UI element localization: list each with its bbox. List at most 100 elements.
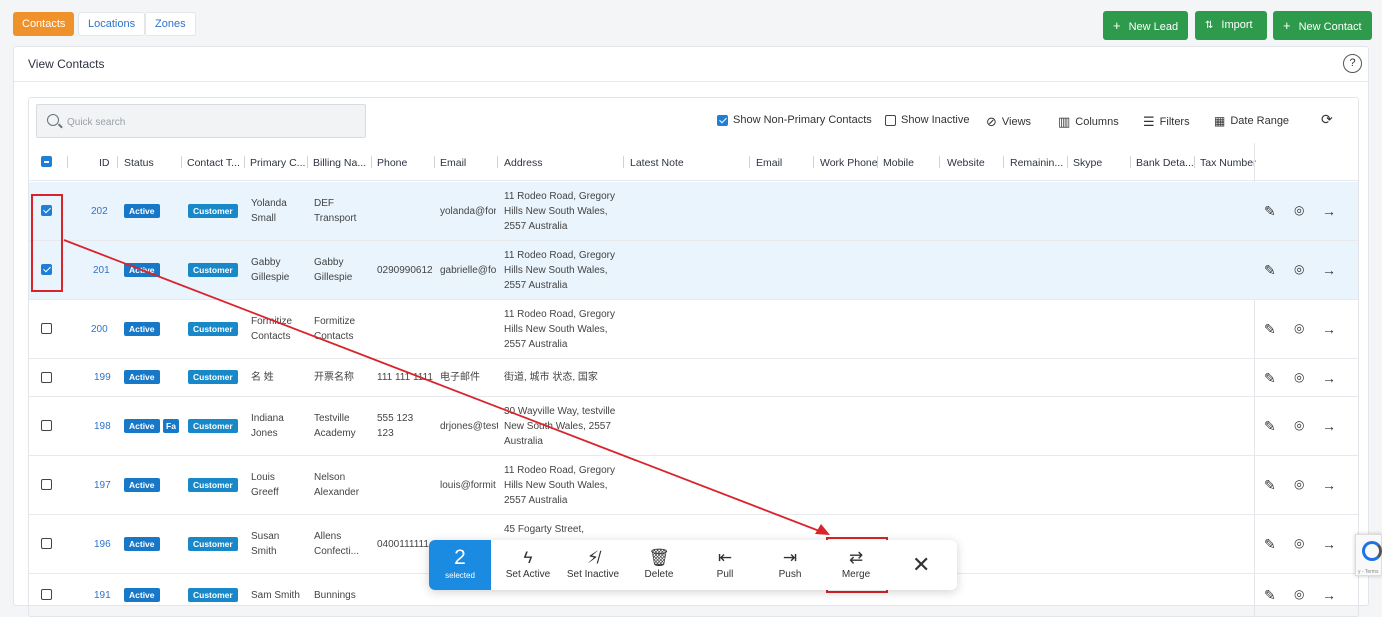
column-billing-name[interactable]: Billing Na... xyxy=(313,157,370,169)
location-pin-icon[interactable]: ◎ xyxy=(1294,262,1304,276)
phone: 555 123 123 xyxy=(377,413,414,439)
row-checkbox[interactable] xyxy=(41,205,52,216)
status-badge: Active xyxy=(124,537,160,551)
show-inactive-toggle[interactable]: Show Inactive xyxy=(885,114,969,126)
top-bar: Contacts Locations Zones + New Lead ⇅ Impo… xyxy=(0,0,1382,44)
table-row[interactable]: 202 Active Customer Yolanda Small DEF Tr… xyxy=(29,182,1358,241)
contact-type-badge: Customer xyxy=(188,537,238,551)
edit-pencil-icon[interactable]: ✎ xyxy=(1264,321,1276,338)
help-icon[interactable]: ? xyxy=(1343,54,1362,73)
location-pin-icon[interactable]: ◎ xyxy=(1294,536,1304,550)
column-address[interactable]: Address xyxy=(504,157,543,169)
tab-contacts[interactable]: Contacts xyxy=(13,12,75,36)
show-non-primary-toggle[interactable]: Show Non-Primary Contacts xyxy=(717,114,872,126)
arrow-right-icon[interactable]: → xyxy=(1322,418,1336,434)
contact-id[interactable]: 200 xyxy=(91,322,108,337)
column-remaining[interactable]: Remainin... xyxy=(1010,157,1067,169)
row-actions: ✎ ◎ → xyxy=(1264,262,1346,278)
column-primary-contact[interactable]: Primary C... xyxy=(250,157,307,169)
column-tax-number[interactable]: Tax Number xyxy=(1200,157,1256,169)
refresh-icon[interactable]: ⟳ xyxy=(1321,111,1333,128)
arrow-right-icon[interactable]: → xyxy=(1322,370,1336,386)
checkbox-checked-icon[interactable] xyxy=(717,114,728,126)
delete-button[interactable]: 🗑 Delete xyxy=(628,547,690,580)
contact-id[interactable]: 197 xyxy=(94,478,111,493)
table-row[interactable]: 199 Active Customer 名 姓 开票名称 111 111 111… xyxy=(29,359,1358,397)
set-inactive-button[interactable]: ⚡̸ Set Inactive xyxy=(562,547,624,580)
arrow-right-icon[interactable]: → xyxy=(1322,321,1336,337)
edit-pencil-icon[interactable]: ✎ xyxy=(1264,587,1276,604)
table-row[interactable]: 197 Active Customer Louis Greeff Nelson … xyxy=(29,456,1358,515)
row-checkbox[interactable] xyxy=(41,420,52,431)
column-mobile[interactable]: Mobile xyxy=(883,157,914,169)
location-pin-icon[interactable]: ◎ xyxy=(1294,321,1304,335)
edit-pencil-icon[interactable]: ✎ xyxy=(1264,536,1276,553)
contact-id[interactable]: 198 xyxy=(94,419,111,434)
location-pin-icon[interactable]: ◎ xyxy=(1294,418,1304,432)
location-pin-icon[interactable]: ◎ xyxy=(1294,477,1304,491)
table-row[interactable]: 200 Active Customer Formitize Contacts F… xyxy=(29,300,1358,359)
edit-pencil-icon[interactable]: ✎ xyxy=(1264,203,1276,220)
date-range-button[interactable]: ▦ Date Range xyxy=(1214,114,1289,128)
import-button[interactable]: ⇅ Import xyxy=(1195,11,1267,40)
plus-icon: + xyxy=(1283,18,1291,33)
column-divider xyxy=(1130,156,1131,168)
location-pin-icon[interactable]: ◎ xyxy=(1294,370,1304,384)
table-row[interactable]: 198 Active Fa Customer Indiana Jones Tes… xyxy=(29,397,1358,456)
checkbox-icon[interactable] xyxy=(885,114,896,126)
row-checkbox[interactable] xyxy=(41,323,52,334)
edit-pencil-icon[interactable]: ✎ xyxy=(1264,370,1276,387)
location-pin-icon[interactable]: ◎ xyxy=(1294,587,1304,601)
contact-id[interactable]: 201 xyxy=(93,263,110,278)
column-website[interactable]: Website xyxy=(947,157,985,169)
column-work-phone[interactable]: Work Phone xyxy=(820,157,878,169)
set-active-button[interactable]: ϟ Set Active xyxy=(497,547,559,580)
arrow-right-icon[interactable]: → xyxy=(1322,536,1336,552)
column-id[interactable]: ID xyxy=(99,157,110,169)
new-contact-button[interactable]: + New Contact xyxy=(1273,11,1372,40)
row-actions: ✎ ◎ → xyxy=(1264,536,1346,552)
location-pin-icon[interactable]: ◎ xyxy=(1294,203,1304,217)
arrow-right-icon[interactable]: → xyxy=(1322,477,1336,493)
row-checkbox[interactable] xyxy=(41,479,52,490)
column-email-2[interactable]: Email xyxy=(756,157,782,169)
column-contact-type[interactable]: Contact T... xyxy=(187,157,244,169)
tab-locations[interactable]: Locations xyxy=(78,12,146,36)
row-checkbox[interactable] xyxy=(41,264,52,275)
contact-id[interactable]: 202 xyxy=(91,204,108,219)
contact-id[interactable]: 191 xyxy=(94,588,111,603)
column-email[interactable]: Email xyxy=(440,157,466,169)
row-checkbox[interactable] xyxy=(41,538,52,549)
column-bank-details[interactable]: Bank Deta... xyxy=(1136,157,1193,169)
email: gabrielle@fo xyxy=(440,265,497,276)
row-checkbox[interactable] xyxy=(41,589,52,600)
column-status[interactable]: Status xyxy=(124,157,154,169)
select-all-checkbox[interactable] xyxy=(41,156,52,167)
row-checkbox[interactable] xyxy=(41,372,52,383)
contact-id[interactable]: 196 xyxy=(94,537,111,552)
edit-pencil-icon[interactable]: ✎ xyxy=(1264,477,1276,494)
quick-search[interactable] xyxy=(36,104,366,138)
views-button[interactable]: ⊘ Views xyxy=(986,114,1031,130)
merge-button[interactable]: ⇄ Merge xyxy=(825,547,887,580)
filters-button[interactable]: ☰ Filters xyxy=(1143,114,1190,130)
close-icon[interactable]: ✕ xyxy=(912,552,930,578)
arrow-right-icon[interactable]: → xyxy=(1322,203,1336,219)
edit-pencil-icon[interactable]: ✎ xyxy=(1264,418,1276,435)
columns-button[interactable]: ▥ Columns xyxy=(1058,114,1119,130)
address: 45 Fogarty Street, xyxy=(504,524,585,535)
new-lead-button[interactable]: + New Lead xyxy=(1103,11,1188,40)
table-row[interactable]: 201 Active Customer Gabby Gillespie Gabb… xyxy=(29,241,1358,300)
pull-button[interactable]: ⇤ Pull xyxy=(694,547,756,580)
column-latest-note[interactable]: Latest Note xyxy=(630,157,684,169)
arrow-right-icon[interactable]: → xyxy=(1322,262,1336,278)
arrow-right-icon[interactable]: → xyxy=(1322,587,1336,603)
edit-pencil-icon[interactable]: ✎ xyxy=(1264,262,1276,279)
recaptcha-badge[interactable]: y - Terms xyxy=(1355,534,1382,576)
contact-id[interactable]: 199 xyxy=(94,370,111,385)
column-skype[interactable]: Skype xyxy=(1073,157,1102,169)
column-phone[interactable]: Phone xyxy=(377,157,407,169)
search-input[interactable] xyxy=(67,114,347,130)
tab-zones[interactable]: Zones xyxy=(145,12,196,36)
push-button[interactable]: ⇥ Push xyxy=(759,547,821,580)
